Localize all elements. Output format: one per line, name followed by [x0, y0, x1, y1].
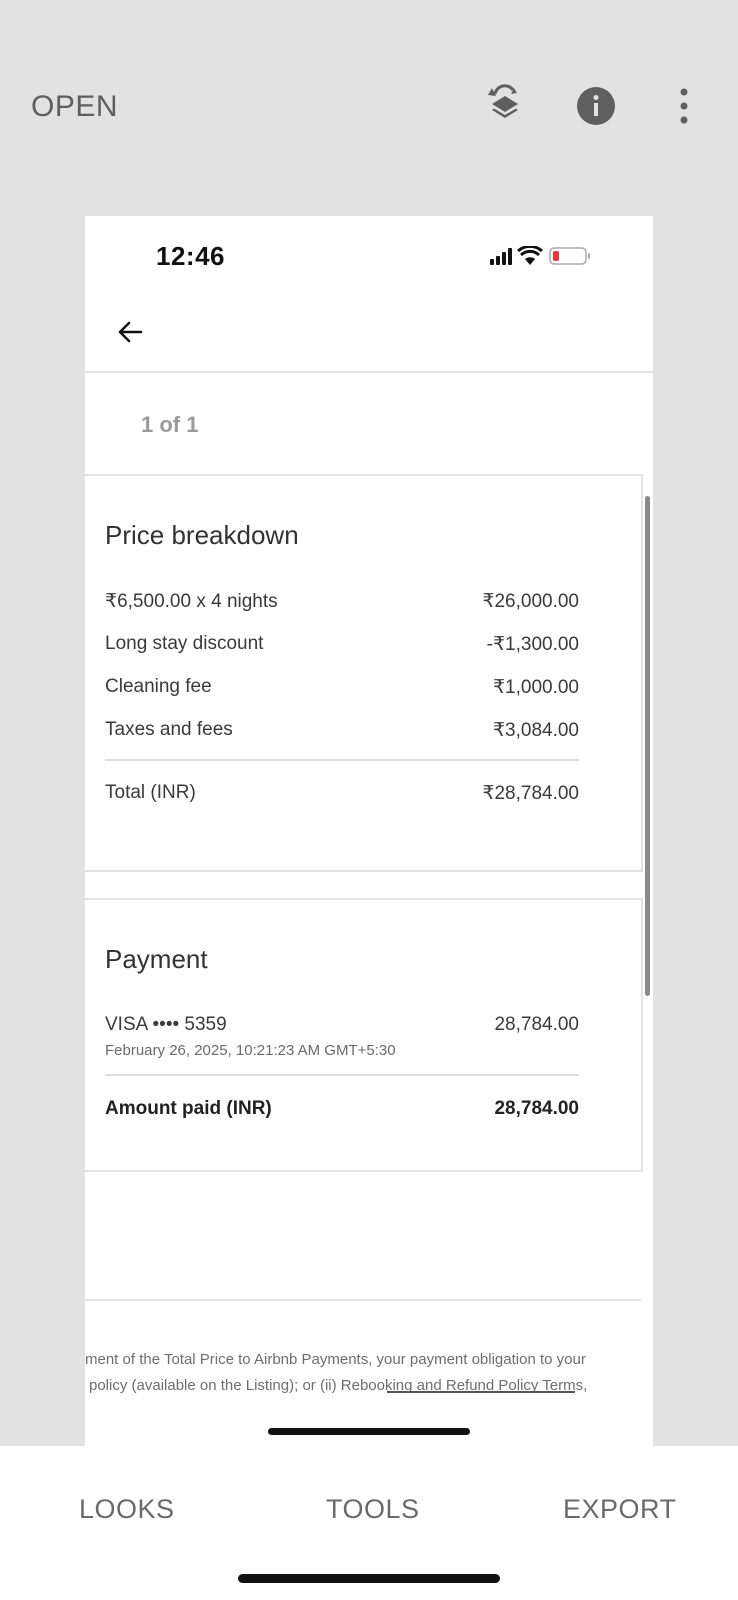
price-row-label: ₹6,500.00 x 4 nights — [105, 591, 278, 612]
divider — [85, 371, 653, 373]
divider — [105, 759, 579, 761]
tab-export[interactable]: EXPORT — [563, 1494, 677, 1525]
price-row-label: Long stay discount — [105, 633, 264, 654]
signal-icon — [490, 248, 512, 265]
amount-paid-label: Amount paid (INR) — [105, 1098, 272, 1119]
divider — [105, 1074, 579, 1076]
wifi-icon — [517, 246, 543, 265]
price-breakdown-section: Price breakdown ₹6,500.00 x 4 nights ₹26… — [85, 474, 643, 872]
receipt-image: 12:46 1 of 1 Price breakdown ₹6,500.00 x… — [85, 216, 653, 1446]
page-indicator: 1 of 1 — [141, 412, 199, 437]
layers-refresh-icon[interactable] — [483, 84, 527, 128]
more-vert-icon[interactable] — [662, 84, 706, 128]
payment-date: February 26, 2025, 10:21:23 AM GMT+5:30 — [105, 1042, 396, 1059]
bottom-nav: LOOKS TOOLS EXPORT — [0, 1446, 738, 1600]
amount-paid-value: 28,784.00 — [494, 1098, 579, 1119]
fine-print-line: ment of the Total Price to Airbnb Paymen… — [85, 1351, 586, 1368]
price-row-value: -₹1,300.00 — [486, 634, 579, 655]
scrollbar — [645, 496, 650, 996]
home-indicator — [238, 1574, 500, 1583]
battery-low-icon — [549, 247, 590, 265]
back-arrow-icon[interactable] — [117, 320, 143, 344]
tab-tools[interactable]: TOOLS — [326, 1494, 420, 1525]
info-icon[interactable] — [574, 84, 618, 128]
card-label: VISA •••• 5359 — [105, 1014, 227, 1035]
card-amount: 28,784.00 — [494, 1014, 579, 1035]
divider — [85, 1299, 641, 1301]
price-row-value: ₹3,084.00 — [492, 720, 579, 741]
payment-title: Payment — [105, 944, 208, 974]
price-breakdown-title: Price breakdown — [105, 520, 299, 550]
total-value: ₹28,784.00 — [482, 783, 579, 804]
payment-section: Payment VISA •••• 5359 28,784.00 Februar… — [85, 898, 643, 1172]
total-label: Total (INR) — [105, 782, 196, 803]
link-underline — [387, 1391, 575, 1393]
top-app-bar: OPEN — [0, 0, 738, 200]
status-time: 12:46 — [156, 241, 225, 271]
price-row-label: Cleaning fee — [105, 676, 212, 697]
home-indicator — [268, 1428, 470, 1435]
price-row-value: ₹1,000.00 — [492, 677, 579, 698]
price-row-value: ₹26,000.00 — [482, 591, 579, 612]
open-button[interactable]: OPEN — [31, 90, 118, 124]
tab-looks[interactable]: LOOKS — [79, 1494, 175, 1525]
price-row-label: Taxes and fees — [105, 719, 233, 740]
status-icons — [490, 246, 590, 265]
